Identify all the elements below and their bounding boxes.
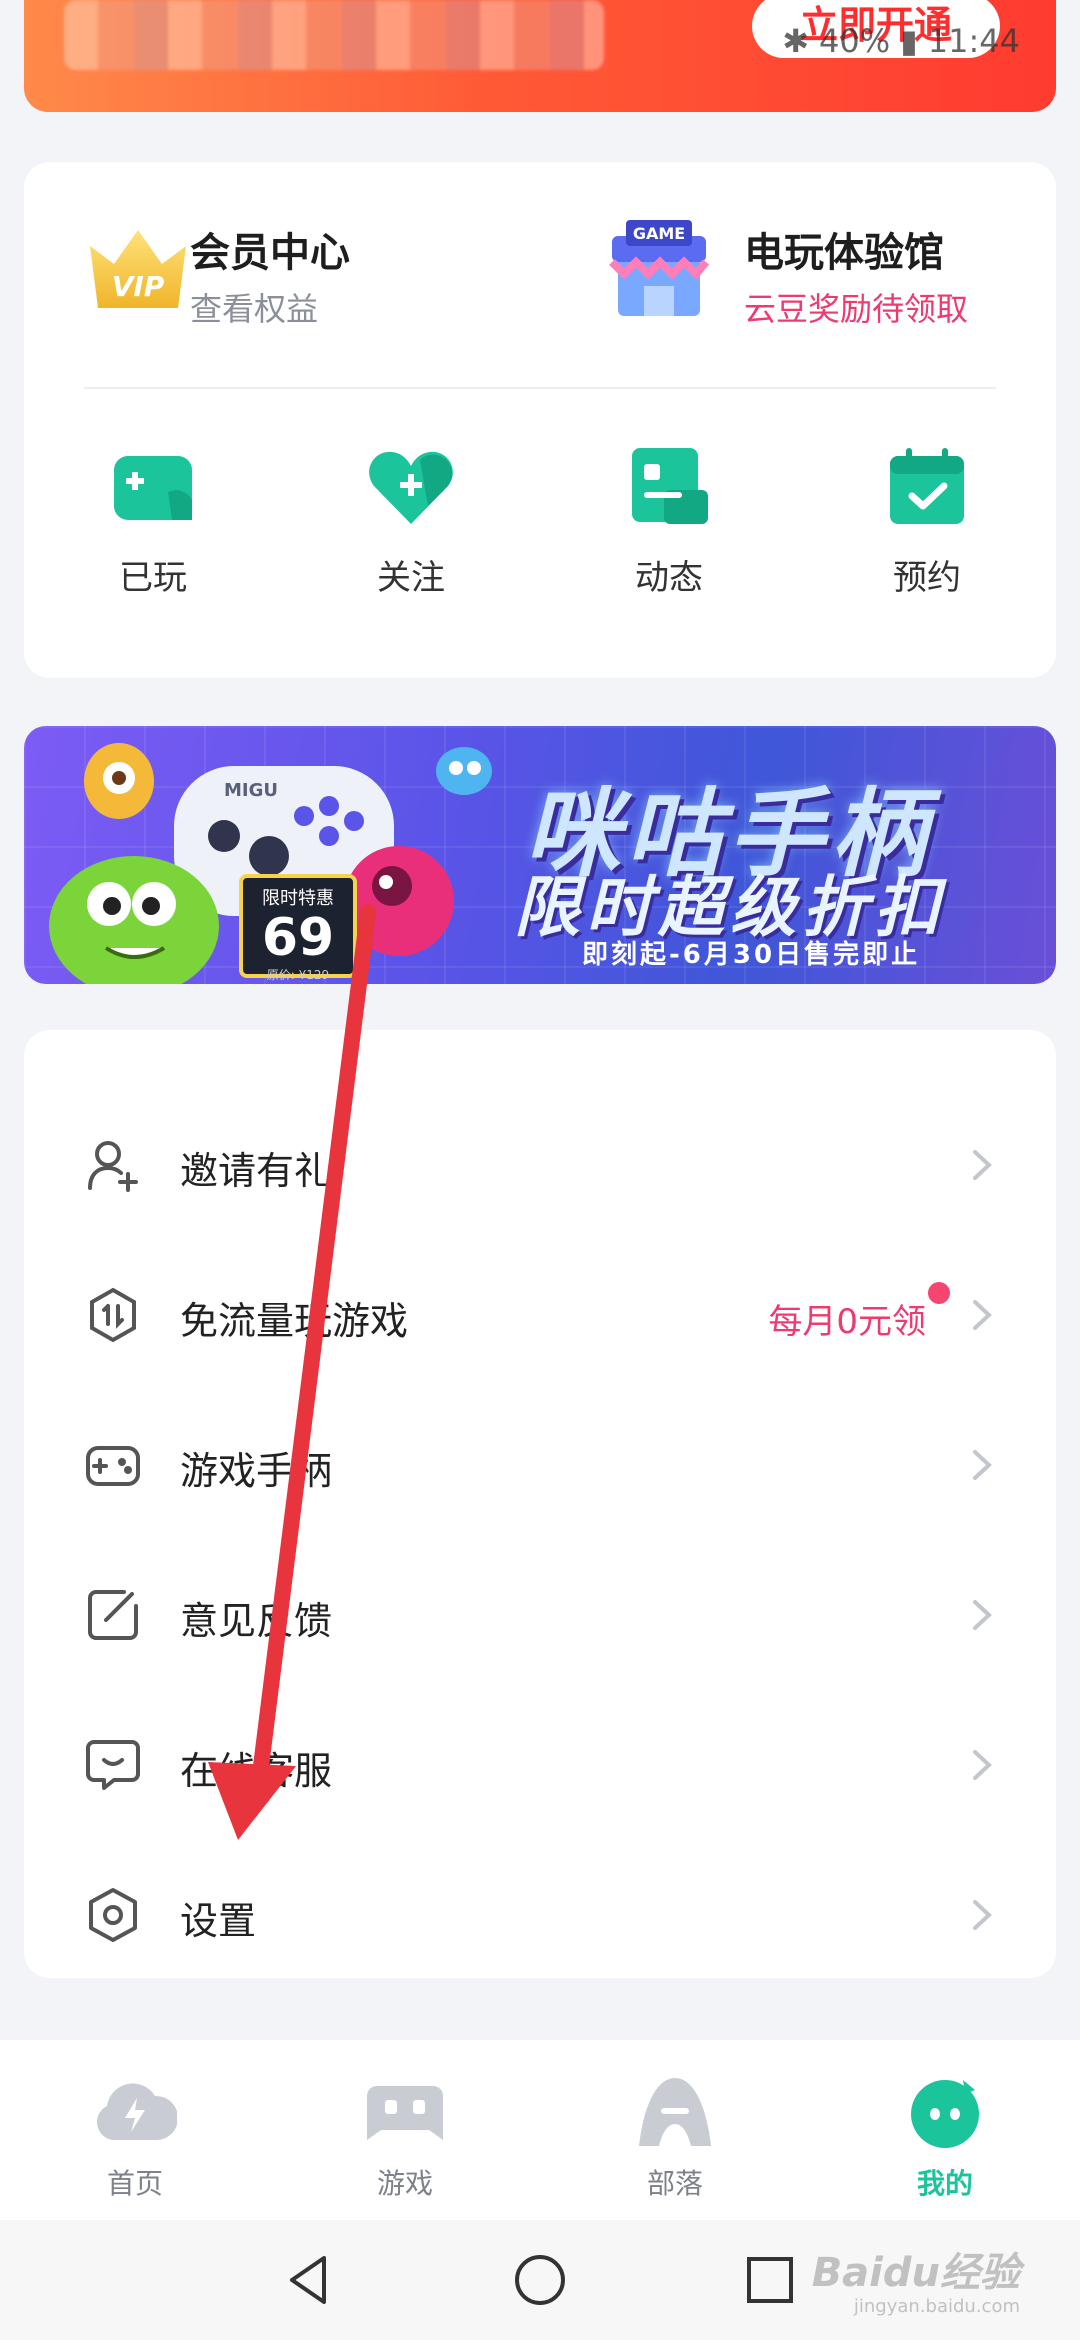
tab-mine[interactable]: 我的 <box>810 2040 1080 2220</box>
menu-label: 在线客服 <box>180 1749 333 1793</box>
status-bar: ✱ 40% ▮ 11:44 <box>782 22 1020 60</box>
menu-label: 设置 <box>180 1899 257 1943</box>
data-free-icon <box>90 1287 136 1343</box>
chevron-right-icon <box>973 1600 992 1630</box>
bluetooth-icon: ✱ <box>782 22 810 60</box>
edit-icon <box>88 1590 138 1640</box>
quick-reserve[interactable]: 预约 <box>798 442 1056 599</box>
promo-text: 每月0元领 <box>768 1302 926 1342</box>
chevron-right-icon <box>973 1150 992 1180</box>
heart-plus-icon <box>369 451 453 524</box>
watermark: Baidu经验 <box>811 2250 1020 2296</box>
member-row: VIP 会员中心 查看权益 GAME 电玩体验馆 云豆奖励待领取 <box>24 162 1056 388</box>
chat-icon <box>86 1740 140 1790</box>
back-icon[interactable] <box>280 2250 340 2310</box>
quick-feed[interactable]: 动态 <box>540 442 798 599</box>
bottom-tab-bar: 首页 游戏 部落 我的 <box>0 2040 1080 2220</box>
tab-label: 游戏 <box>376 2167 433 2200</box>
menu-data-free[interactable]: 免流量玩游戏 每月0元领 <box>24 1240 1056 1390</box>
calendar-check-icon <box>890 448 964 524</box>
menu-feedback[interactable]: 意见反馈 <box>24 1540 1056 1690</box>
price-tag-value: 69 <box>261 908 335 968</box>
quick-follow[interactable]: 关注 <box>282 442 540 599</box>
lightning-cloud-icon <box>97 2083 177 2140</box>
vip-crown-icon: VIP <box>90 230 186 308</box>
menu-settings[interactable]: 设置 <box>24 1840 1056 1990</box>
controller-brand: MIGU <box>224 780 278 801</box>
vip-center-entry[interactable]: VIP 会员中心 查看权益 <box>24 162 540 388</box>
arcade-subtitle: 云豆奖励待领取 <box>744 290 969 328</box>
menu-label: 意见反馈 <box>180 1599 333 1643</box>
tab-label: 部落 <box>646 2167 703 2200</box>
home-circle-icon[interactable] <box>510 2250 570 2310</box>
menu-invite[interactable]: 邀请有礼 <box>24 1090 1056 1240</box>
tab-label: 我的 <box>916 2167 973 2200</box>
settings-icon <box>89 1888 137 1942</box>
arcade-shop-icon: GAME <box>609 220 710 316</box>
chevron-right-icon <box>973 1900 992 1930</box>
quick-label: 已玩 <box>119 558 187 598</box>
battery-text: 40% <box>819 22 891 60</box>
quick-actions: 已玩 关注 动态 预约 <box>24 442 1056 599</box>
signal-icon: ▮ <box>900 22 918 60</box>
tab-label: 首页 <box>106 2167 163 2200</box>
chevron-right-icon <box>973 1300 992 1330</box>
gamepad-icon <box>367 2086 443 2140</box>
vip-badge-text: VIP <box>112 270 165 303</box>
gamepad-ad-banner[interactable]: MIGU 限时特惠 69 原价: ¥129 咪咕手柄 限时超级折扣 即刻起-6月… <box>24 726 1056 984</box>
recent-apps-icon[interactable] <box>740 2250 800 2310</box>
arcade-title: 电玩体验馆 <box>744 230 944 276</box>
tab-home[interactable]: 首页 <box>0 2040 270 2220</box>
tab-games[interactable]: 游戏 <box>270 2040 540 2220</box>
notification-dot <box>928 1282 950 1304</box>
arcade-badge-text: GAME <box>633 224 685 243</box>
vip-title: 会员中心 <box>190 230 350 276</box>
price-tag-title: 限时特惠 <box>262 888 334 909</box>
menu-label: 免流量玩游戏 <box>180 1299 409 1343</box>
chevron-right-icon <box>973 1750 992 1780</box>
quick-label: 动态 <box>635 558 703 598</box>
ad-date-note: 即刻起-6月30日售完即止 <box>582 940 921 970</box>
member-card: VIP 会员中心 查看权益 GAME 电玩体验馆 云豆奖励待领取 已玩 关注 动… <box>24 162 1056 678</box>
card-icon <box>632 448 708 524</box>
chevron-right-icon <box>973 1450 992 1480</box>
menu-label: 邀请有礼 <box>180 1149 333 1193</box>
settings-menu-card: 邀请有礼 免流量玩游戏 每月0元领 游戏手柄 意见反馈 在线客服 设置 <box>24 1030 1056 1978</box>
menu-gamepad[interactable]: 游戏手柄 <box>24 1390 1056 1540</box>
quick-label: 关注 <box>377 558 445 598</box>
price-tag: 限时特惠 69 原价: ¥129 <box>239 874 357 982</box>
vip-subtitle: 查看权益 <box>190 290 319 328</box>
tribe-icon <box>639 2078 711 2146</box>
price-tag-original: 原价: ¥129 <box>266 968 330 982</box>
divider <box>84 387 996 389</box>
person-add-icon <box>88 1141 138 1192</box>
blurred-user-info <box>64 0 604 70</box>
controller-icon <box>86 1446 140 1486</box>
menu-customer-service[interactable]: 在线客服 <box>24 1690 1056 1840</box>
quick-played[interactable]: 已玩 <box>24 442 282 599</box>
quick-label: 预约 <box>893 558 961 598</box>
tab-tribe[interactable]: 部落 <box>540 2040 810 2220</box>
watermark-url: jingyan.baidu.com <box>853 2296 1020 2317</box>
menu-label: 游戏手柄 <box>180 1449 333 1493</box>
mascot-icon <box>911 2080 979 2148</box>
clock-text: 11:44 <box>927 22 1020 60</box>
gamepad-icon <box>114 456 192 520</box>
